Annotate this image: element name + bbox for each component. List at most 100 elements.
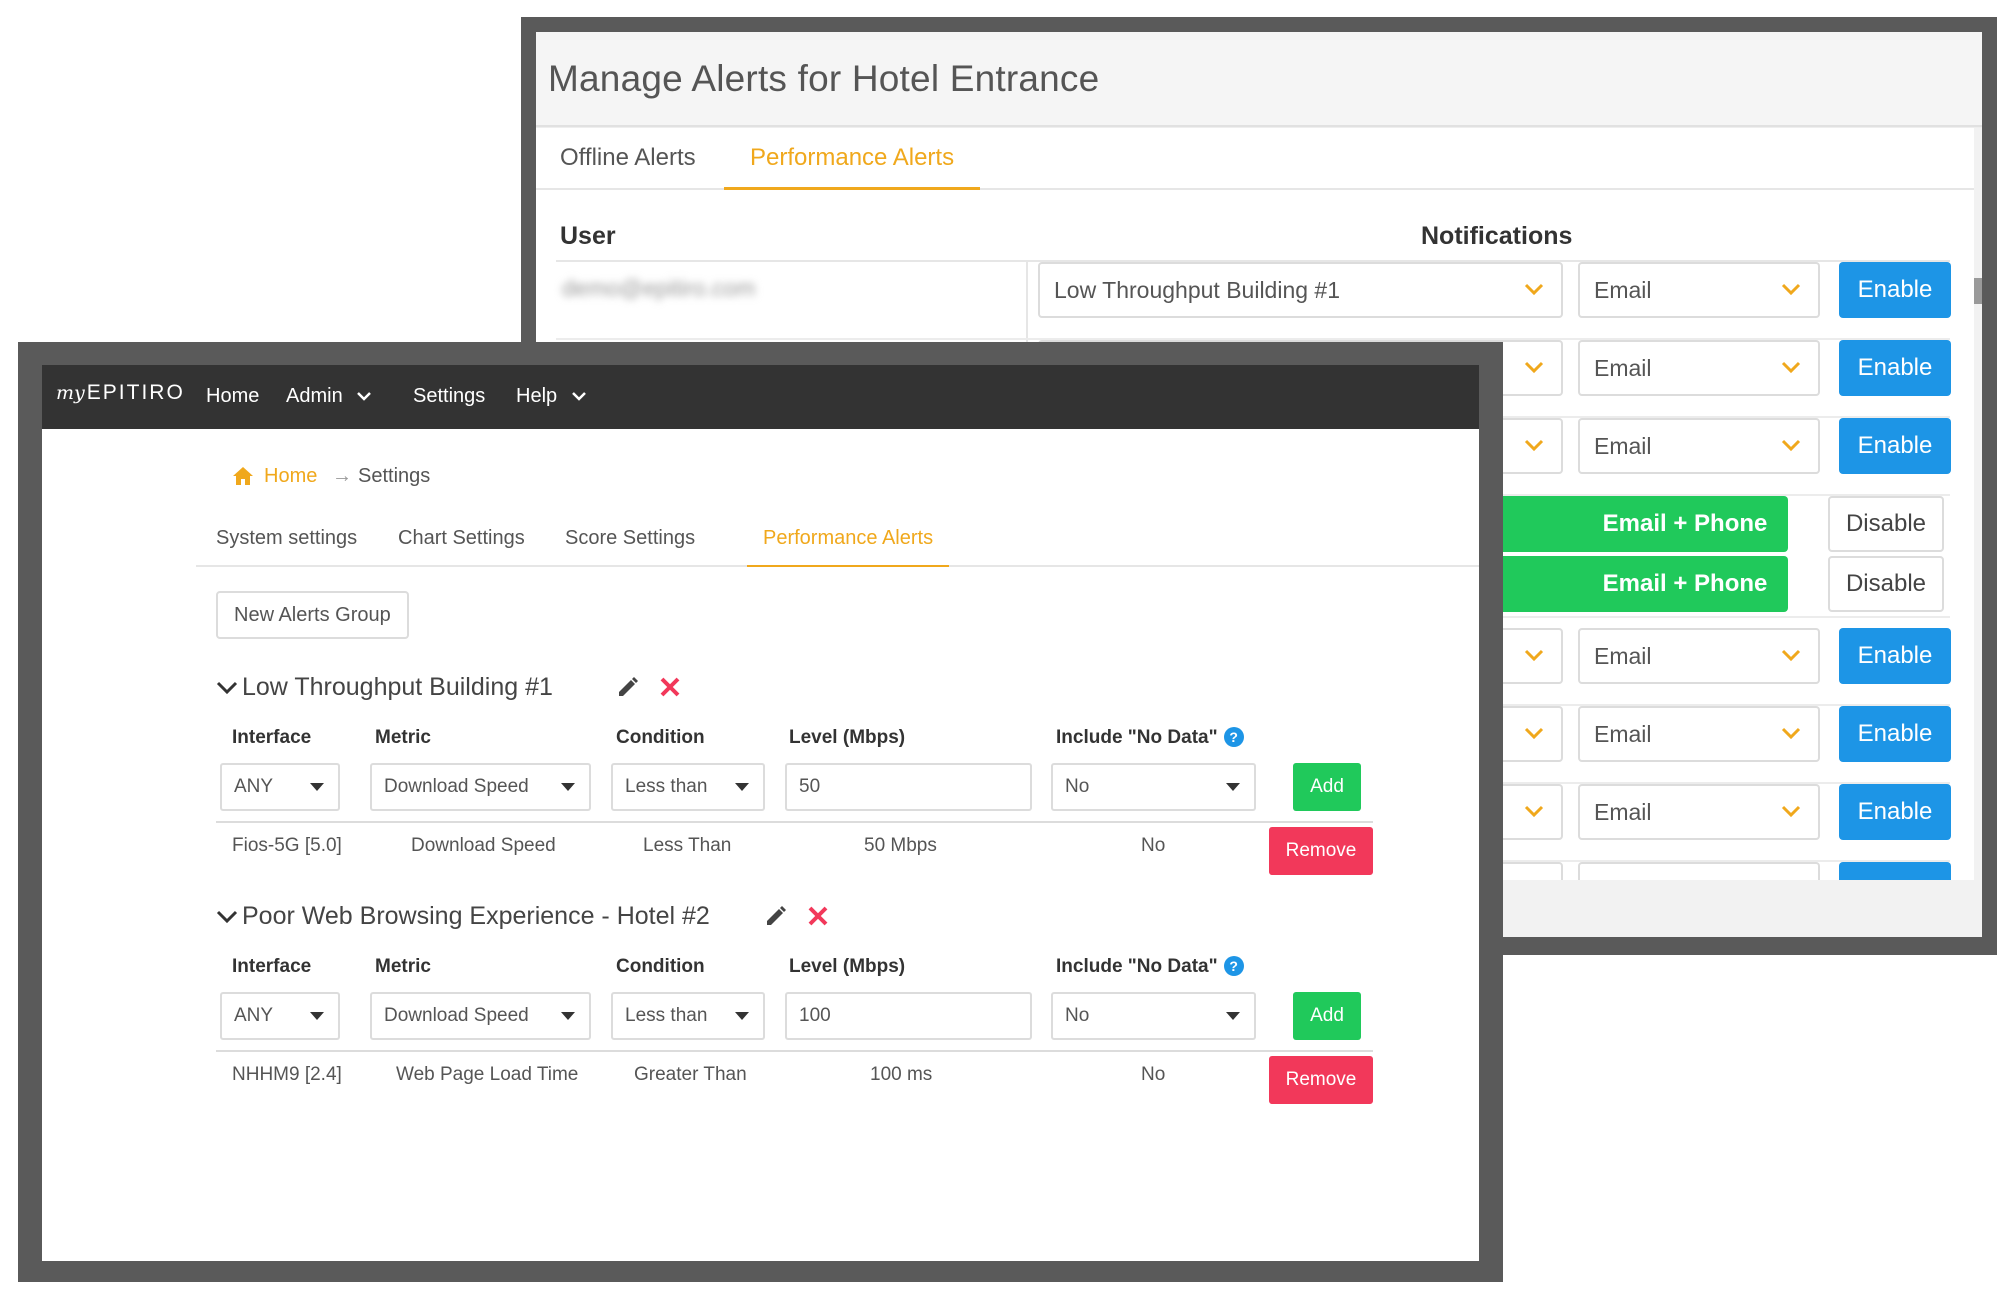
label-interface: Interface [232, 956, 312, 977]
interface-select[interactable]: ANY [220, 763, 340, 811]
manage-alerts-header: Manage Alerts for Hotel Entrance [536, 32, 1982, 127]
label-level: Level (Mbps) [789, 727, 906, 748]
caret-down-icon [561, 783, 575, 791]
chevron-down-icon [571, 392, 586, 401]
brand-prefix: my [56, 382, 85, 404]
alert-group-title: Low Throughput Building #1 [242, 673, 553, 701]
channel-select[interactable]: Email [1578, 628, 1820, 684]
chevron-down-icon [1781, 283, 1801, 296]
condition-select[interactable]: Less than [611, 763, 765, 811]
disable-button[interactable]: Disable [1828, 496, 1944, 552]
notification-row: Low Throughput Building #1 Email Enable [536, 262, 1976, 340]
nav-home-label: Home [206, 385, 260, 407]
chevron-down-icon[interactable] [216, 908, 238, 926]
nav-help-label: Help [516, 385, 558, 407]
alert-group-title: Poor Web Browsing Experience - Hotel #2 [242, 902, 710, 930]
channel-select[interactable]: Email [1578, 262, 1820, 318]
scrollbar-thumb[interactable] [1974, 278, 1982, 304]
channel-select-active[interactable]: Email + Phone [1582, 496, 1788, 552]
new-alerts-group-button[interactable]: New Alerts Group [216, 591, 409, 639]
column-header-user: User [560, 222, 616, 250]
tab-performance-alerts[interactable]: Performance Alerts [747, 513, 950, 567]
level-input[interactable]: 100 [785, 992, 1032, 1040]
channel-select[interactable]: Email [1578, 340, 1820, 396]
enable-button[interactable]: Enable [1839, 340, 1951, 396]
enable-button[interactable]: Enable [1839, 262, 1951, 318]
channel-select-value: Email [1594, 721, 1652, 747]
nav-home[interactable]: Home [206, 385, 259, 408]
settings-panel: myEPITIRO Home Admin Settings Help Home … [42, 365, 1479, 1261]
breadcrumb-home-link[interactable]: Home [264, 465, 317, 488]
form-divider [216, 821, 1373, 823]
chevron-down-icon [1781, 727, 1801, 740]
nav-help[interactable]: Help [516, 385, 587, 408]
alert-group-select-value: Low Throughput Building #1 [1054, 277, 1341, 303]
metric-select-value: Download Speed [384, 776, 529, 797]
level-input[interactable]: 50 [785, 763, 1032, 811]
channel-select-active[interactable]: Email + Phone [1582, 556, 1788, 612]
channel-select[interactable]: Email [1578, 418, 1820, 474]
channel-select[interactable]: Email [1578, 784, 1820, 840]
channel-select[interactable]: Email [1578, 706, 1820, 762]
include-no-data-select[interactable]: No [1051, 992, 1256, 1040]
help-icon[interactable]: ? [1223, 956, 1244, 976]
add-button[interactable]: Add [1293, 763, 1361, 811]
nav-admin-label: Admin [286, 385, 343, 407]
metric-select[interactable]: Download Speed [370, 992, 591, 1040]
chevron-down-icon [1524, 439, 1544, 452]
condition-select[interactable]: Less than [611, 992, 765, 1040]
chevron-down-icon [357, 392, 372, 401]
caret-down-icon [310, 1012, 324, 1020]
condition-select-value: Less than [625, 1005, 708, 1026]
close-icon[interactable] [658, 675, 682, 699]
caret-down-icon [310, 783, 324, 791]
chevron-down-icon[interactable] [216, 679, 238, 697]
remove-button[interactable]: Remove [1269, 827, 1373, 875]
enable-button[interactable]: Enable [1839, 418, 1951, 474]
brand-name: EPITIRO [86, 381, 185, 404]
condition-select-value: Less than [625, 776, 708, 797]
brand-logo[interactable]: myEPITIRO [56, 381, 185, 405]
remove-button[interactable]: Remove [1269, 1056, 1373, 1104]
add-button[interactable]: Add [1293, 992, 1361, 1040]
interface-select[interactable]: ANY [220, 992, 340, 1040]
interface-select-value: ANY [234, 776, 274, 797]
pencil-icon[interactable] [616, 675, 640, 699]
tab-offline-alerts[interactable]: Offline Alerts [560, 128, 696, 190]
pencil-icon[interactable] [764, 904, 788, 928]
close-icon[interactable] [806, 904, 830, 928]
channel-select-value: Email [1594, 643, 1652, 669]
rule-interface: Fios-5G [5.0] [232, 835, 342, 856]
tab-performance-alerts[interactable]: Performance Alerts [724, 128, 981, 190]
interface-select-value: ANY [234, 1005, 274, 1026]
tab-score-settings[interactable]: Score Settings [565, 513, 695, 567]
nav-settings[interactable]: Settings [413, 385, 485, 408]
include-no-data-select-value: No [1065, 776, 1090, 797]
disable-button[interactable]: Disable [1828, 556, 1944, 612]
scrollbar[interactable] [1974, 128, 1982, 880]
caret-down-icon [1226, 783, 1240, 791]
rule-metric: Download Speed [411, 835, 556, 856]
label-include-no-data-text: Include "No Data" [1056, 956, 1218, 977]
include-no-data-select[interactable]: No [1051, 763, 1256, 811]
label-include-no-data: Include "No Data"? [1056, 727, 1244, 749]
help-icon[interactable]: ? [1223, 727, 1244, 747]
metric-select[interactable]: Download Speed [370, 763, 591, 811]
label-level: Level (Mbps) [789, 956, 906, 977]
label-interface: Interface [232, 727, 312, 748]
enable-button[interactable]: Enable [1839, 706, 1951, 762]
form-divider [216, 1050, 1373, 1052]
chevron-down-icon [1781, 649, 1801, 662]
alert-group-select[interactable]: Low Throughput Building #1 [1038, 262, 1563, 318]
nav-admin[interactable]: Admin [286, 385, 372, 408]
rule-condition: Greater Than [634, 1064, 747, 1085]
include-no-data-select-value: No [1065, 1005, 1090, 1026]
channel-select-value: Email [1594, 799, 1652, 825]
caret-down-icon [561, 1012, 575, 1020]
enable-button[interactable]: Enable [1839, 628, 1951, 684]
tab-chart-settings[interactable]: Chart Settings [398, 513, 525, 567]
settings-tabs: System settings Chart Settings Score Set… [196, 513, 1479, 567]
tab-system-settings[interactable]: System settings [216, 513, 357, 567]
breadcrumb-separator: → [332, 465, 352, 487]
enable-button[interactable]: Enable [1839, 784, 1951, 840]
